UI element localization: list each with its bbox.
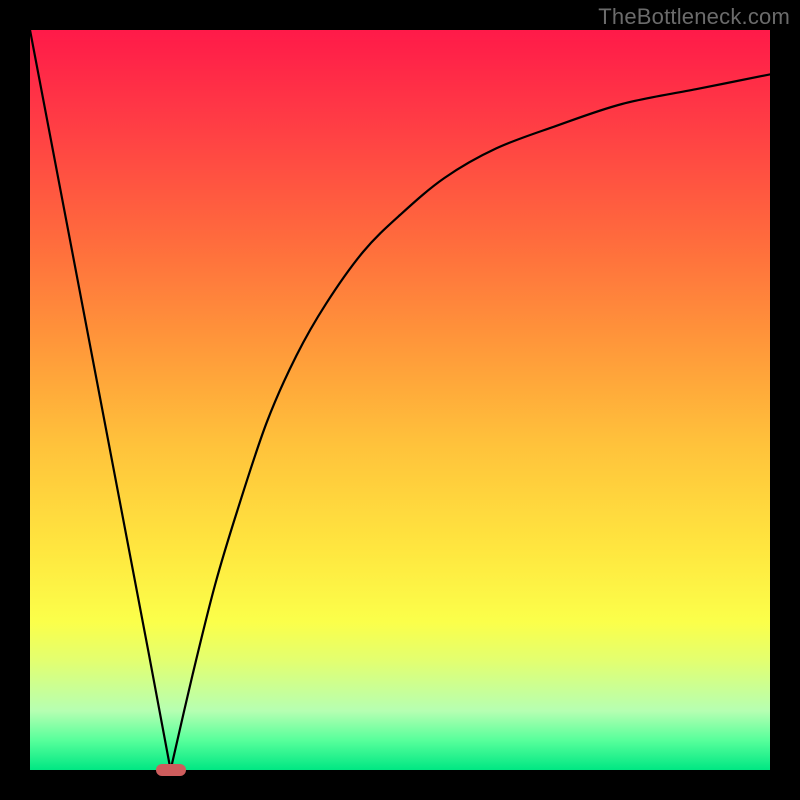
curve-left-branch xyxy=(30,30,171,770)
chart-frame: TheBottleneck.com xyxy=(0,0,800,800)
curve-right-branch xyxy=(171,74,770,770)
watermark-text: TheBottleneck.com xyxy=(598,4,790,30)
curve-svg xyxy=(30,30,770,770)
bottleneck-marker xyxy=(156,764,186,776)
plot-area xyxy=(30,30,770,770)
